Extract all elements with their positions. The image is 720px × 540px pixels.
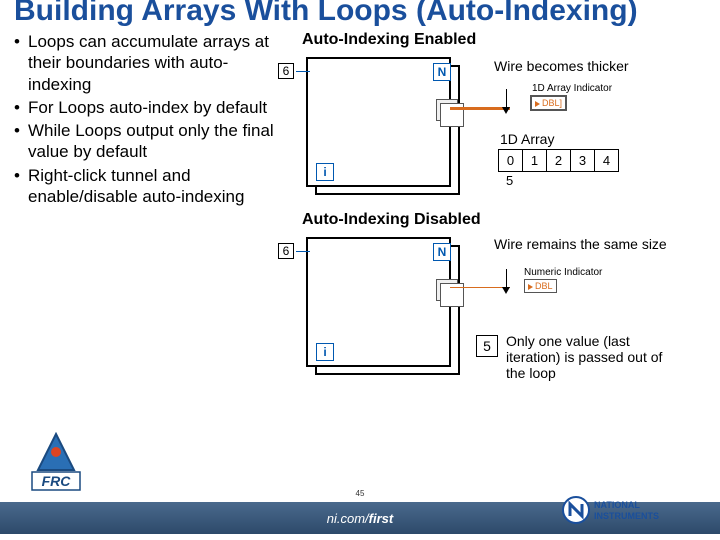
wire-thicker-note: Wire becomes thicker	[494, 59, 629, 74]
bullet-item: Right-click tunnel and enable/disable au…	[14, 165, 284, 208]
count-wire	[296, 71, 310, 72]
svg-text:INSTRUMENTS: INSTRUMENTS	[594, 511, 659, 521]
dbl-array-type-icon: DBL]	[531, 96, 566, 110]
frc-logo: FRC	[16, 432, 96, 496]
content-area: Loops can accumulate arrays at their bou…	[0, 31, 720, 391]
auto-index-tunnel	[436, 99, 456, 121]
i-terminal: i	[316, 343, 334, 361]
array-title: 1D Array	[500, 131, 554, 147]
wire-same-note: Wire remains the same size	[494, 237, 667, 252]
numeric-indicator-label: Numeric Indicator	[524, 267, 602, 278]
disabled-note: Only one value (last iteration) is passe…	[506, 333, 676, 381]
diagrams-panel: Auto-Indexing Enabled 6 N i Wire becomes…	[302, 31, 706, 391]
for-loop-box: 6 N i	[306, 57, 451, 187]
last-value-tunnel	[436, 279, 456, 301]
count-wire	[296, 251, 310, 252]
disabled-heading: Auto-Indexing Disabled	[302, 211, 706, 229]
enabled-heading: Auto-Indexing Enabled	[302, 31, 706, 49]
array-cell: 0	[499, 150, 523, 172]
array-cell: 4	[595, 150, 619, 172]
array-cell: 2	[547, 150, 571, 172]
bullet-item: Loops can accumulate arrays at their bou…	[14, 31, 284, 95]
ni-logo: NATIONAL INSTRUMENTS	[560, 492, 710, 528]
array-values-table: 0 1 2 3 4	[498, 149, 619, 172]
svg-text:NATIONAL: NATIONAL	[594, 500, 640, 510]
array-indicator-label: 1D Array Indicator	[532, 83, 612, 94]
svg-text:FRC: FRC	[42, 473, 72, 489]
n-terminal: N	[433, 243, 451, 261]
bullet-item: For Loops auto-index by default	[14, 97, 284, 118]
scalar-output-value: 5	[476, 335, 498, 357]
disabled-diagram: 6 N i Wire remains the same size Numeric…	[302, 235, 706, 385]
slide-title: Building Arrays With Loops (Auto-Indexin…	[0, 0, 720, 31]
bullet-list: Loops can accumulate arrays at their bou…	[14, 31, 284, 391]
n-terminal: N	[433, 63, 451, 81]
thin-scalar-wire	[450, 287, 510, 288]
array-cell: 3	[571, 150, 595, 172]
arrow-down-icon	[502, 89, 510, 114]
footer-url: ni.com/first	[327, 511, 393, 526]
loop-count-constant: 6	[278, 63, 294, 79]
thick-array-wire	[450, 107, 510, 110]
loop-count-constant: 6	[278, 243, 294, 259]
i-terminal: i	[316, 163, 334, 181]
for-loop-box-disabled: 6 N i	[306, 237, 451, 367]
bullet-item: While Loops output only the final value …	[14, 120, 284, 163]
array-cell: 1	[523, 150, 547, 172]
dbl-scalar-type-icon: DBL	[524, 279, 557, 293]
page-number: 45	[356, 489, 365, 498]
enabled-diagram: 6 N i Wire becomes thicker 1D Array Indi…	[302, 55, 706, 205]
arrow-down-icon	[502, 269, 510, 294]
array-extra-value: 5	[506, 173, 513, 188]
